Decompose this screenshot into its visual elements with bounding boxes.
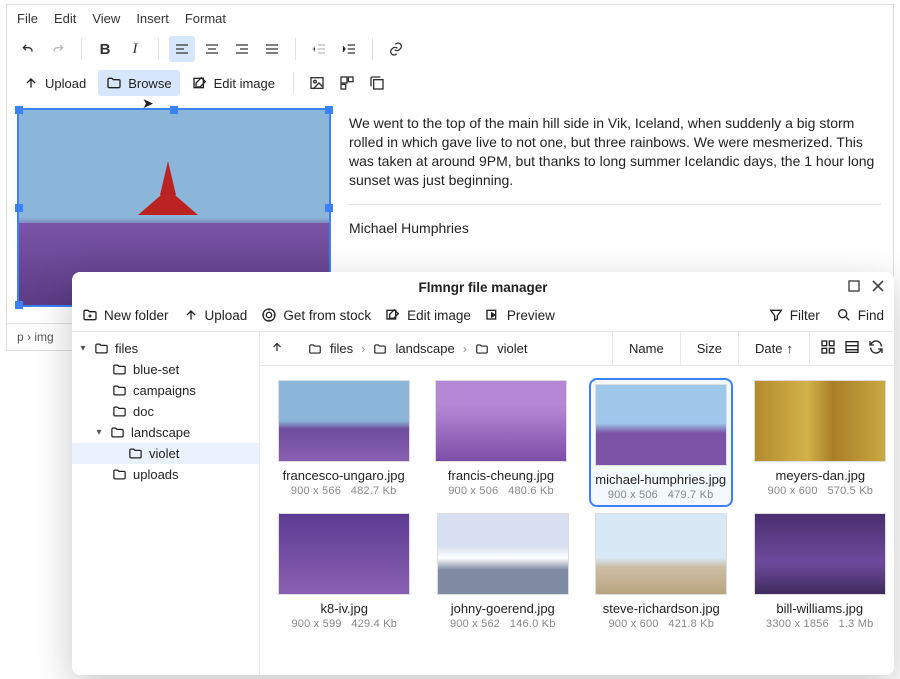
menu-insert[interactable]: Insert	[136, 11, 169, 26]
browse-button[interactable]: Browse	[98, 70, 179, 96]
resize-handle[interactable]	[15, 301, 23, 309]
thumbnail	[754, 513, 886, 595]
resize-handle[interactable]	[15, 106, 23, 114]
get-from-stock-button[interactable]: Get from stock	[261, 307, 371, 323]
article-paragraph: We went to the top of the main hill side…	[349, 114, 881, 190]
tree-node-violet[interactable]: violet	[72, 443, 259, 464]
browse-label: Browse	[128, 76, 171, 91]
arrow-up-icon: ↑	[787, 341, 794, 356]
edit-image-label: Edit image	[214, 76, 275, 91]
menubar: File Edit View Insert Format	[7, 5, 893, 32]
crumb-item[interactable]: violet	[497, 341, 527, 356]
tree-node[interactable]: blue-set	[72, 359, 259, 380]
edit-image-button[interactable]: Edit image	[184, 70, 283, 96]
align-center-button[interactable]	[199, 36, 225, 62]
close-icon[interactable]	[870, 278, 886, 294]
upload-button-dialog[interactable]: Upload	[183, 307, 248, 323]
chevron-right-icon: ›	[361, 341, 365, 356]
chevron-right-icon: ›	[463, 341, 467, 356]
images-stack-icon[interactable]	[364, 70, 390, 96]
file-card[interactable]: francis-cheung.jpg 900 x 506 480.6 Kb	[433, 380, 568, 505]
article-author: Michael Humphries	[349, 219, 881, 238]
thumbnail	[754, 380, 886, 462]
view-grid-icon[interactable]	[820, 339, 836, 358]
sort-name-button[interactable]: Name	[613, 332, 681, 366]
tree-node[interactable]: doc	[72, 401, 259, 422]
filter-button[interactable]: Filter	[768, 307, 820, 323]
undo-button[interactable]	[15, 36, 41, 62]
resize-handle[interactable]	[325, 204, 333, 212]
tree-node[interactable]: uploads	[72, 464, 259, 485]
file-card[interactable]: meyers-dan.jpg 900 x 600 570.5 Kb	[753, 380, 888, 505]
menu-view[interactable]: View	[92, 11, 120, 26]
file-grid: francesco-ungaro.jpg 900 x 566 482.7 Kb …	[260, 366, 894, 675]
upload-button[interactable]: Upload	[15, 70, 94, 96]
redo-button[interactable]	[45, 36, 71, 62]
folder-icon	[308, 342, 322, 356]
dialog-toolbar: New folder Upload Get from stock Edit im…	[72, 303, 894, 332]
align-right-button[interactable]	[229, 36, 255, 62]
sort-size-button[interactable]: Size	[681, 332, 739, 366]
view-list-icon[interactable]	[844, 339, 860, 358]
divider	[349, 204, 881, 205]
edit-image-button-dialog[interactable]: Edit image	[385, 307, 471, 323]
thumbnail	[278, 380, 410, 462]
breadcrumb-row: files › landscape › violet Name Size Dat…	[260, 332, 894, 366]
folder-tree: ▾files blue-set campaigns doc ▾landscape…	[72, 332, 260, 675]
indent-button[interactable]	[336, 36, 362, 62]
tree-node-landscape[interactable]: ▾landscape	[72, 422, 259, 443]
breadcrumb-path[interactable]: p › img	[17, 330, 54, 344]
link-button[interactable]	[383, 36, 409, 62]
gallery-icon[interactable]	[334, 70, 360, 96]
thumbnail	[595, 384, 727, 466]
dialog-title: Flmngr file manager	[418, 280, 547, 295]
maximize-icon[interactable]	[846, 278, 862, 294]
crumb-item[interactable]: landscape	[395, 341, 454, 356]
thumbnail	[278, 513, 410, 595]
thumbnail	[595, 513, 727, 595]
new-folder-button[interactable]: New folder	[82, 307, 169, 323]
file-card[interactable]: francesco-ungaro.jpg 900 x 566 482.7 Kb	[276, 380, 411, 505]
file-card[interactable]: johny-goerend.jpg 900 x 562 146.0 Kb	[435, 513, 572, 630]
crumb-item[interactable]: files	[330, 341, 353, 356]
preview-button[interactable]: Preview	[485, 307, 555, 323]
resize-handle[interactable]	[325, 106, 333, 114]
thumbnail	[435, 380, 567, 462]
resize-handle[interactable]	[170, 106, 178, 114]
file-card[interactable]: steve-richardson.jpg 900 x 600 421.8 Kb	[593, 513, 730, 630]
dialog-titlebar: Flmngr file manager	[72, 272, 894, 303]
insert-image-icon[interactable]	[304, 70, 330, 96]
align-justify-button[interactable]	[259, 36, 285, 62]
sort-date-button[interactable]: Date ↑	[739, 332, 810, 366]
image-toolbar: Upload Browse Edit image	[7, 66, 893, 100]
folder-icon	[373, 342, 387, 356]
nav-up-icon[interactable]	[270, 340, 284, 357]
bold-button[interactable]: B	[92, 36, 118, 62]
menu-format[interactable]: Format	[185, 11, 226, 26]
refresh-icon[interactable]	[868, 339, 884, 358]
file-manager-dialog: Flmngr file manager New folder Upload Ge…	[72, 272, 894, 675]
resize-handle[interactable]	[15, 204, 23, 212]
file-card[interactable]: bill-williams.jpg 3300 x 1856 1.3 Mb	[752, 513, 889, 630]
menu-edit[interactable]: Edit	[54, 11, 76, 26]
italic-button[interactable]: I	[122, 36, 148, 62]
find-button[interactable]: Find	[836, 307, 884, 323]
tree-node-files[interactable]: ▾files	[72, 338, 259, 359]
align-left-button[interactable]	[169, 36, 195, 62]
format-toolbar: B I	[7, 32, 893, 66]
file-card[interactable]: k8-iv.jpg 900 x 599 429.4 Kb	[276, 513, 413, 630]
file-card-selected[interactable]: michael-humphries.jpg 900 x 506 479.7 Kb	[591, 380, 731, 505]
folder-icon	[475, 342, 489, 356]
thumbnail	[437, 513, 569, 595]
outdent-button[interactable]	[306, 36, 332, 62]
menu-file[interactable]: File	[17, 11, 38, 26]
upload-label: Upload	[45, 76, 86, 91]
tree-node[interactable]: campaigns	[72, 380, 259, 401]
